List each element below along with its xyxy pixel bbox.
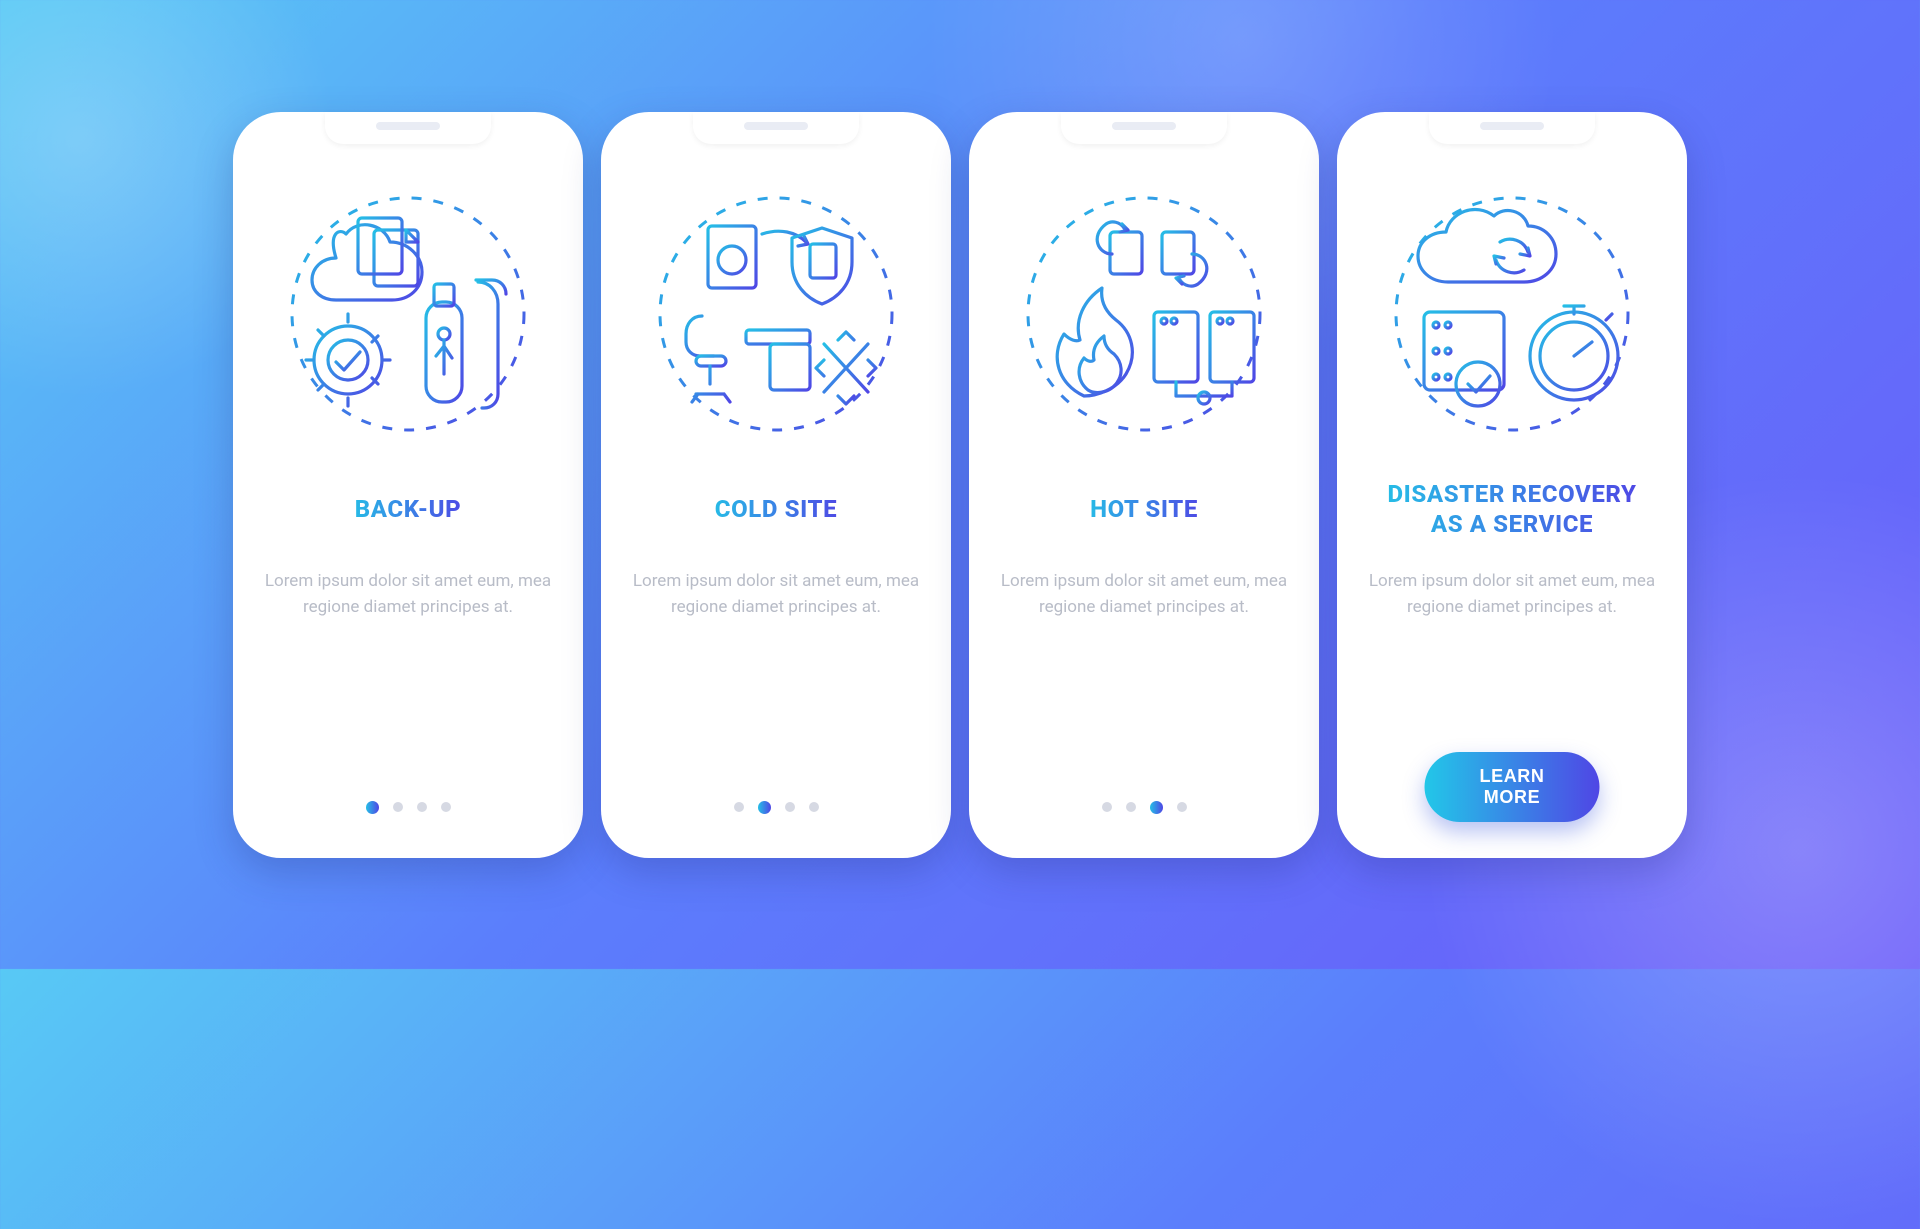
card-title: DISASTER RECOVERY AS A SERVICE (1381, 478, 1642, 540)
card-title: HOT SITE (1084, 478, 1204, 540)
card-desc: Lorem ipsum dolor sit amet eum, mea regi… (627, 568, 925, 621)
dot-4[interactable] (809, 802, 819, 812)
dot-3[interactable] (1150, 801, 1163, 814)
card-title: COLD SITE (709, 478, 843, 540)
phone-notch (693, 112, 859, 144)
dot-1[interactable] (366, 801, 379, 814)
dot-2[interactable] (393, 802, 403, 812)
page-indicator (601, 801, 951, 814)
onboarding-card-cold-site: COLD SITE Lorem ipsum dolor sit amet eum… (601, 112, 951, 858)
hot-site-icon (1014, 184, 1274, 444)
dot-3[interactable] (785, 802, 795, 812)
draas-icon (1382, 184, 1642, 444)
phone-notch (1429, 112, 1595, 144)
stage: BACK-UP Lorem ipsum dolor sit amet eum, … (0, 0, 1920, 969)
dot-3[interactable] (417, 802, 427, 812)
phone-notch (1061, 112, 1227, 144)
page-indicator (969, 801, 1319, 814)
card-desc: Lorem ipsum dolor sit amet eum, mea regi… (995, 568, 1293, 621)
dot-2[interactable] (1126, 802, 1136, 812)
dot-2[interactable] (758, 801, 771, 814)
learn-more-button[interactable]: LEARN MORE (1425, 752, 1600, 822)
onboarding-card-hot-site: HOT SITE Lorem ipsum dolor sit amet eum,… (969, 112, 1319, 858)
phone-notch (325, 112, 491, 144)
dot-4[interactable] (441, 802, 451, 812)
card-desc: Lorem ipsum dolor sit amet eum, mea regi… (1363, 568, 1661, 621)
dot-4[interactable] (1177, 802, 1187, 812)
cold-site-icon (646, 184, 906, 444)
card-desc: Lorem ipsum dolor sit amet eum, mea regi… (259, 568, 557, 621)
backup-icon (278, 184, 538, 444)
card-title: BACK-UP (349, 478, 467, 540)
onboarding-card-backup: BACK-UP Lorem ipsum dolor sit amet eum, … (233, 112, 583, 858)
dot-1[interactable] (734, 802, 744, 812)
page-indicator (233, 801, 583, 814)
dot-1[interactable] (1102, 802, 1112, 812)
onboarding-card-draas: DISASTER RECOVERY AS A SERVICE Lorem ips… (1337, 112, 1687, 858)
